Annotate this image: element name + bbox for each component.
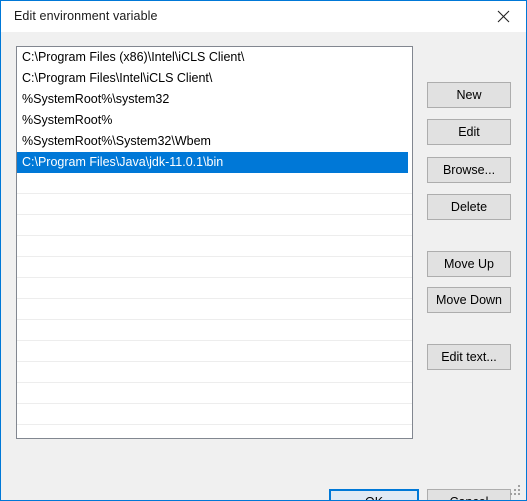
list-item[interactable] bbox=[17, 362, 412, 383]
close-icon-glyph bbox=[497, 10, 509, 23]
list-item[interactable] bbox=[17, 215, 412, 236]
list-item[interactable] bbox=[17, 299, 412, 320]
side-button-move-down[interactable]: Move Down bbox=[427, 287, 511, 313]
side-button-edit[interactable]: Edit bbox=[427, 119, 511, 145]
list-item[interactable] bbox=[17, 173, 412, 194]
resize-grip[interactable] bbox=[510, 485, 522, 497]
list-item[interactable]: %SystemRoot%\System32\Wbem bbox=[17, 131, 412, 152]
list-item[interactable] bbox=[17, 383, 412, 404]
side-button-browse[interactable]: Browse... bbox=[427, 157, 511, 183]
window-title: Edit environment variable bbox=[14, 9, 158, 23]
path-listbox[interactable]: C:\Program Files (x86)\Intel\iCLS Client… bbox=[16, 46, 413, 439]
list-item[interactable] bbox=[17, 320, 412, 341]
list-item[interactable] bbox=[17, 341, 412, 362]
side-button-new[interactable]: New bbox=[427, 82, 511, 108]
close-icon[interactable] bbox=[480, 1, 526, 32]
list-item[interactable]: %SystemRoot%\system32 bbox=[17, 89, 412, 110]
side-button-edit-text[interactable]: Edit text... bbox=[427, 344, 511, 370]
title-bar: Edit environment variable bbox=[1, 1, 526, 32]
side-button-delete[interactable]: Delete bbox=[427, 194, 511, 220]
cancel-button[interactable]: Cancel bbox=[427, 489, 511, 500]
list-item[interactable] bbox=[17, 404, 412, 425]
ok-button[interactable]: OK bbox=[329, 489, 419, 500]
list-item-selected[interactable]: C:\Program Files\Java\jdk-11.0.1\bin bbox=[17, 152, 408, 173]
list-item[interactable]: C:\Program Files (x86)\Intel\iCLS Client… bbox=[17, 47, 412, 68]
list-item[interactable] bbox=[17, 257, 412, 278]
side-button-move-up[interactable]: Move Up bbox=[427, 251, 511, 277]
list-item[interactable]: C:\Program Files\Intel\iCLS Client\ bbox=[17, 68, 412, 89]
list-item[interactable] bbox=[17, 236, 412, 257]
edit-environment-variable-dialog: Edit environment variable C:\Program Fil… bbox=[0, 0, 527, 501]
list-item[interactable]: %SystemRoot% bbox=[17, 110, 412, 131]
list-item[interactable] bbox=[17, 194, 412, 215]
list-item[interactable] bbox=[17, 278, 412, 299]
dialog-body: C:\Program Files (x86)\Intel\iCLS Client… bbox=[1, 32, 526, 500]
